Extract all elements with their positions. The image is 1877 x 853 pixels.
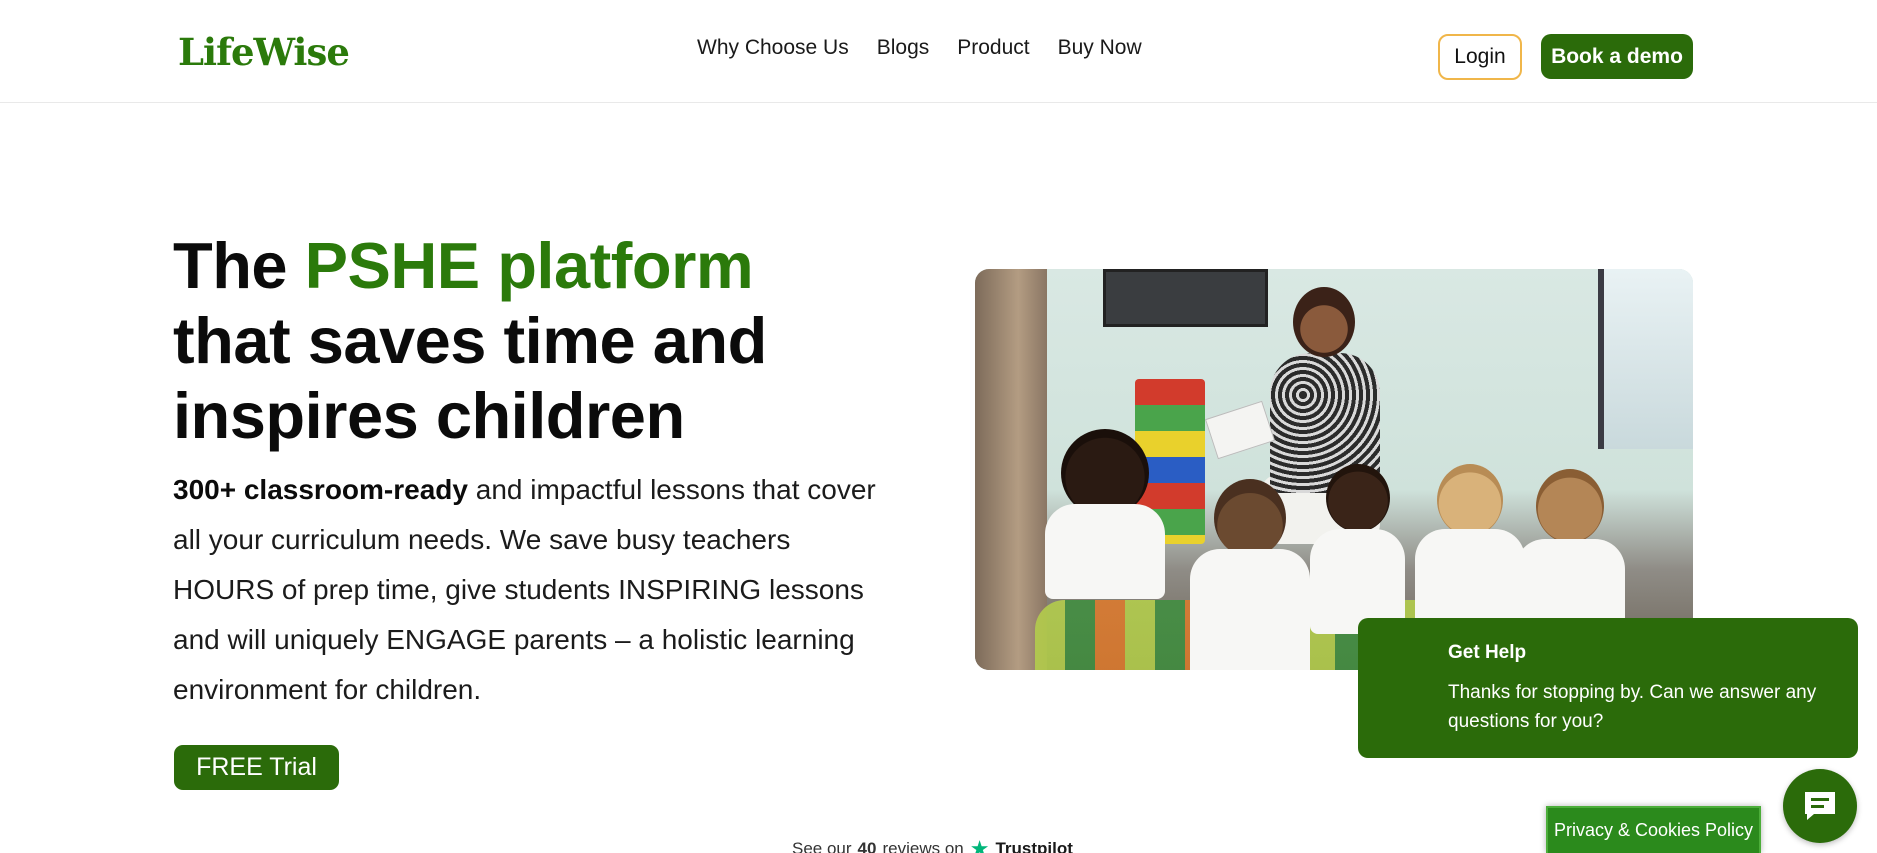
chat-bubble-icon xyxy=(1805,792,1835,820)
hero-classroom-image xyxy=(975,269,1693,670)
trustpilot-reviews[interactable]: See our 40 reviews on ★ Trustpilot xyxy=(792,836,1073,853)
logo[interactable]: LifeWise xyxy=(178,30,350,74)
hero-description-highlight: 300+ classroom-ready xyxy=(173,474,468,505)
trustpilot-count: 40 xyxy=(857,839,877,853)
hero-title-line2: that saves time and xyxy=(173,304,767,377)
help-widget-title: Get Help xyxy=(1448,642,1527,663)
hero-description: 300+ classroom-ready and impactful lesso… xyxy=(173,465,885,715)
help-widget-message: Thanks for stopping by. Can we answer an… xyxy=(1448,682,1817,732)
hero-title-accent: PSHE platform xyxy=(304,229,754,302)
free-trial-button[interactable]: FREE Trial xyxy=(174,745,339,790)
main-nav: Why Choose Us Blogs Product Buy Now xyxy=(697,36,1142,60)
site-header: LifeWise Why Choose Us Blogs Product Buy… xyxy=(0,0,1877,103)
image-doorframe xyxy=(975,269,1047,670)
hero-title-line3: inspires children xyxy=(173,379,685,452)
image-child xyxy=(1045,429,1165,599)
privacy-cookies-button[interactable]: Privacy & Cookies Policy xyxy=(1546,806,1761,853)
nav-item-buy-now[interactable]: Buy Now xyxy=(1058,36,1142,60)
nav-item-why-choose-us[interactable]: Why Choose Us xyxy=(697,36,849,60)
nav-item-blogs[interactable]: Blogs xyxy=(877,36,930,60)
star-icon: ★ xyxy=(969,836,990,853)
help-widget[interactable]: Get Help Thanks for stopping by. Can we … xyxy=(1358,618,1858,758)
hero-description-body: and impactful lessons that cover all you… xyxy=(173,474,876,705)
trustpilot-suffix: reviews on xyxy=(882,839,964,853)
login-button[interactable]: Login xyxy=(1438,34,1522,80)
image-child xyxy=(1190,479,1310,670)
image-tv xyxy=(1103,269,1268,327)
image-window xyxy=(1598,269,1693,449)
image-child xyxy=(1415,464,1525,634)
trustpilot-brand: Trustpilot xyxy=(995,839,1073,853)
hero-title: The PSHE platform that saves time and in… xyxy=(173,228,893,453)
image-teacher-head xyxy=(1293,287,1355,357)
trustpilot-prefix: See our xyxy=(792,839,852,853)
nav-item-product[interactable]: Product xyxy=(957,36,1029,60)
image-child xyxy=(1310,464,1405,634)
chat-button[interactable] xyxy=(1783,769,1857,843)
book-demo-button[interactable]: Book a demo xyxy=(1541,34,1693,79)
hero-title-pre: The xyxy=(173,229,305,302)
